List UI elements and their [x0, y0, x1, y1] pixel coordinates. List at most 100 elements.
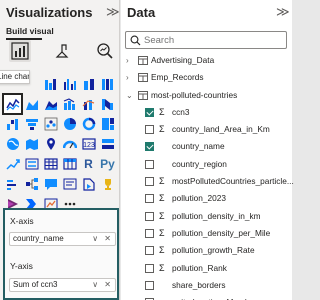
field-row[interactable]: Σpollution_density_in_km [121, 208, 292, 225]
format-visual-button[interactable] [52, 40, 74, 62]
table-row[interactable]: › Advertising_Data [121, 52, 292, 69]
kpi-button[interactable] [3, 154, 22, 174]
stacked-column-button[interactable] [79, 74, 98, 94]
x-axis-label: X-axis [10, 216, 34, 226]
pie-chart-button[interactable] [60, 114, 79, 134]
powerbi-panes: Visualizations ≫ Build visual ine char 1… [0, 0, 294, 300]
stacked-area-chart-button[interactable] [41, 94, 60, 114]
table-row[interactable]: ⌄ most-polluted-countries [121, 87, 292, 104]
line-and-stacked-column-button[interactable] [79, 94, 98, 114]
qa-icon [44, 179, 57, 190]
pie-chart-icon [63, 118, 76, 130]
x-axis-field[interactable]: country_name ∨ ✕ [9, 232, 116, 246]
build-visual-label[interactable]: Build visual [6, 26, 54, 36]
collapse-visualizations-icon[interactable]: ≫ [106, 4, 120, 20]
field-checkbox[interactable] [145, 194, 154, 204]
field-row[interactable]: share_borders [121, 277, 292, 294]
key-influencers-button[interactable] [3, 174, 22, 194]
field-name: ccn3 [172, 106, 190, 117]
slicer-button[interactable] [22, 154, 41, 174]
multi-row-card-icon [101, 139, 114, 149]
gauge-button[interactable] [60, 134, 79, 154]
search-box[interactable] [125, 31, 287, 49]
paginated-report-button[interactable] [79, 174, 98, 194]
line-chart-button[interactable] [2, 93, 23, 115]
field-row[interactable]: country_name [121, 138, 292, 155]
field-checkbox[interactable] [145, 280, 154, 290]
field-row[interactable]: united_nation_Member [121, 294, 292, 300]
filled-map-button[interactable] [22, 134, 41, 154]
table-button[interactable] [41, 154, 60, 174]
treemap-button[interactable] [98, 114, 117, 134]
svg-text:123: 123 [83, 142, 95, 149]
table-name: Advertising_Data [151, 55, 215, 65]
r-visual-button[interactable]: R [79, 154, 98, 174]
field-checkbox[interactable] [145, 177, 154, 187]
analytics-button[interactable] [94, 40, 116, 62]
card-button[interactable]: 123 [79, 134, 98, 154]
line-and-column-chart-icon [63, 98, 75, 110]
field-row[interactable]: ΣmostPollutedCountries_particle... [121, 173, 294, 190]
field-row[interactable]: Σccn3 [121, 104, 292, 121]
field-checkbox[interactable] [145, 142, 154, 152]
multi-row-card-button[interactable] [98, 134, 117, 154]
azure-map-button[interactable] [41, 134, 60, 154]
visual-row [3, 114, 119, 134]
field-row[interactable]: Σpollution_2023 [121, 190, 292, 207]
build-visual-button[interactable] [9, 40, 31, 62]
ribbon-chart-button[interactable] [98, 94, 117, 114]
chevron-right-icon[interactable]: › [126, 69, 129, 86]
table-row[interactable]: › Emp_Records [121, 69, 292, 86]
chevron-right-icon[interactable]: › [126, 52, 129, 69]
decomposition-tree-button[interactable] [22, 174, 41, 194]
field-row[interactable]: Σcountry_land_Area_in_Km [121, 121, 292, 138]
field-name: united_nation_Member [172, 294, 257, 300]
field-checkbox[interactable] [145, 211, 154, 221]
y-axis-label: Y-axis [10, 261, 33, 271]
field-row[interactable]: Σpollution_Rank [121, 260, 292, 277]
data-title: Data [127, 5, 156, 20]
field-row[interactable]: Σpollution_growth_Rate [121, 242, 292, 259]
x-axis-controls[interactable]: ∨ ✕ [92, 233, 113, 245]
donut-chart-button[interactable] [79, 114, 98, 134]
table-icon [43, 158, 58, 170]
chevron-down-icon[interactable]: ⌄ [126, 87, 133, 104]
area-chart-button[interactable] [22, 94, 41, 114]
field-checkbox[interactable] [145, 246, 154, 256]
field-row[interactable]: Σpollution_density_per_Mile [121, 225, 292, 242]
sigma-icon: Σ [159, 262, 165, 273]
stacked-area-chart-icon [44, 101, 57, 110]
qa-button[interactable] [41, 174, 60, 194]
line-and-column-chart-button[interactable] [60, 94, 79, 114]
area-chart-icon [25, 100, 38, 110]
python-visual-button[interactable]: Py [98, 154, 117, 174]
y-axis-field[interactable]: Sum of ccn3 ∨ ✕ [9, 278, 116, 292]
stacked-bar-chart-button[interactable] [41, 74, 60, 94]
map-button[interactable] [3, 134, 22, 154]
smart-narrative-button[interactable] [60, 174, 79, 194]
trophy-button[interactable] [98, 174, 117, 194]
field-name: pollution_growth_Rate [172, 245, 255, 256]
y-axis-controls[interactable]: ∨ ✕ [92, 279, 113, 291]
field-checkbox[interactable] [145, 107, 154, 117]
scatter-chart-button[interactable] [41, 114, 60, 134]
field-name: country_region [172, 158, 227, 169]
field-checkbox[interactable] [145, 159, 154, 169]
field-checkbox[interactable] [145, 125, 154, 135]
table-icon [138, 90, 148, 100]
hundred-percent-column-button[interactable] [98, 74, 117, 94]
table-name: Emp_Records [151, 72, 204, 83]
field-checkbox[interactable] [145, 263, 154, 273]
table-icon [138, 56, 148, 65]
field-checkbox[interactable] [145, 228, 154, 238]
waterfall-chart-button[interactable] [3, 114, 22, 134]
clustered-column-button[interactable] [60, 74, 79, 94]
matrix-button[interactable] [60, 154, 79, 174]
trophy-icon [104, 179, 111, 190]
filled-map-icon [25, 139, 38, 150]
collapse-data-icon[interactable]: ≫ [276, 4, 290, 20]
matrix-icon [62, 158, 77, 170]
funnel-chart-button[interactable] [22, 114, 41, 134]
field-row[interactable]: country_region [121, 156, 292, 173]
search-input[interactable] [144, 34, 284, 47]
